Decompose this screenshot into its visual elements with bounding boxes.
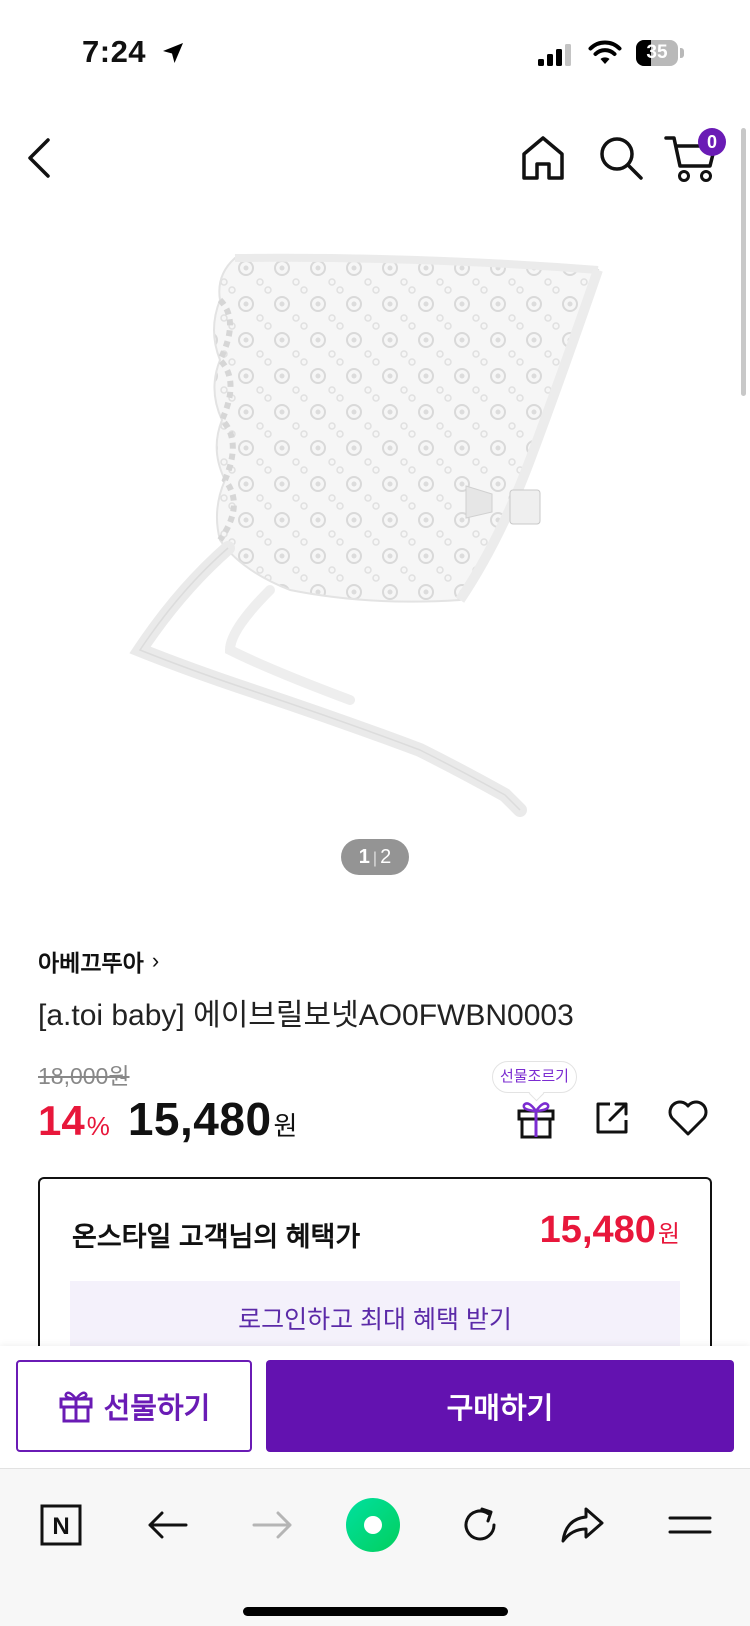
benefit-price: 15,480원: [540, 1209, 680, 1252]
brand-name: 아베끄뚜아: [38, 950, 144, 976]
chevron-right-icon: ›: [151, 948, 160, 973]
gift-request-button[interactable]: [514, 1096, 558, 1140]
back-button[interactable]: [24, 128, 64, 188]
reload-icon: [464, 1507, 496, 1541]
sale-price-unit: 원: [273, 1111, 298, 1141]
menu-button[interactable]: [662, 1493, 718, 1557]
benefit-price-value: 15,480: [539, 1209, 656, 1251]
chevron-left-icon: [28, 138, 50, 178]
product-image[interactable]: [120, 250, 640, 870]
sale-price: 15,480: [127, 1093, 272, 1145]
benefit-price-box: 온스타일 고객님의 혜택가 15,480원 로그인하고 최대 혜택 받기: [38, 1177, 712, 1359]
discount-rate: 14: [38, 1097, 85, 1144]
reload-button[interactable]: [452, 1493, 508, 1557]
home-icon: [522, 136, 564, 180]
benefit-price-unit: 원: [657, 1221, 680, 1248]
brand-link[interactable]: 아베끄뚜아 ›: [38, 944, 159, 978]
status-bar: 7:24 35: [0, 0, 750, 100]
home-button[interactable]: [518, 132, 568, 184]
purchase-action-bar: 선물하기 구매하기: [0, 1346, 750, 1468]
naver-home-button[interactable]: N: [38, 1493, 84, 1557]
page-current: 1: [358, 846, 370, 868]
green-dot-button[interactable]: [345, 1493, 401, 1557]
forward-share-icon: [561, 1507, 604, 1543]
home-indicator: [243, 1607, 508, 1616]
page-total: 2: [380, 846, 392, 868]
search-button[interactable]: [596, 132, 646, 184]
gift-button-label: 선물하기: [103, 1393, 211, 1425]
status-time: 7:24: [82, 34, 147, 69]
price-row: 14 % 15,480 원: [38, 1092, 297, 1146]
buy-button[interactable]: 구매하기: [266, 1360, 734, 1452]
battery-indicator: 35: [636, 40, 684, 66]
share-button[interactable]: [592, 1098, 632, 1138]
header: [0, 118, 750, 198]
heart-icon: [668, 1100, 708, 1136]
location-arrow-icon: [163, 43, 183, 63]
browser-forward-button[interactable]: [244, 1493, 300, 1557]
gift-button[interactable]: 선물하기: [16, 1360, 252, 1452]
battery-level: 35: [646, 42, 668, 63]
wishlist-button[interactable]: [666, 1098, 710, 1138]
gift-icon: [517, 1102, 555, 1139]
naver-n-icon: N: [40, 1504, 82, 1546]
scroll-indicator: [741, 128, 746, 396]
cellular-signal-icon: [538, 44, 571, 66]
image-page-indicator: 1 | 2: [341, 839, 409, 875]
cart-count-badge: 0: [698, 128, 726, 156]
search-icon: [600, 137, 643, 180]
gift-icon: [59, 1391, 93, 1423]
share-icon: [596, 1102, 628, 1134]
product-title: [a.toi baby] 에이브릴보넷AO0FWBN0003: [38, 999, 574, 1032]
arrow-right-icon: [252, 1511, 292, 1539]
discount-unit: %: [86, 1111, 110, 1141]
green-dot-icon: [346, 1498, 400, 1552]
wifi-icon: [588, 40, 622, 64]
hamburger-menu-icon: [668, 1516, 712, 1534]
benefit-label: 온스타일 고객님의 혜택가: [72, 1222, 361, 1252]
arrow-left-icon: [148, 1511, 188, 1539]
browser-share-button[interactable]: [554, 1493, 610, 1557]
original-price: 18,000원: [38, 1063, 130, 1089]
naver-n-label: N: [52, 1513, 69, 1540]
browser-back-button[interactable]: [140, 1493, 196, 1557]
browser-toolbar: N: [0, 1468, 750, 1626]
gift-request-tooltip[interactable]: 선물조르기: [492, 1061, 577, 1093]
